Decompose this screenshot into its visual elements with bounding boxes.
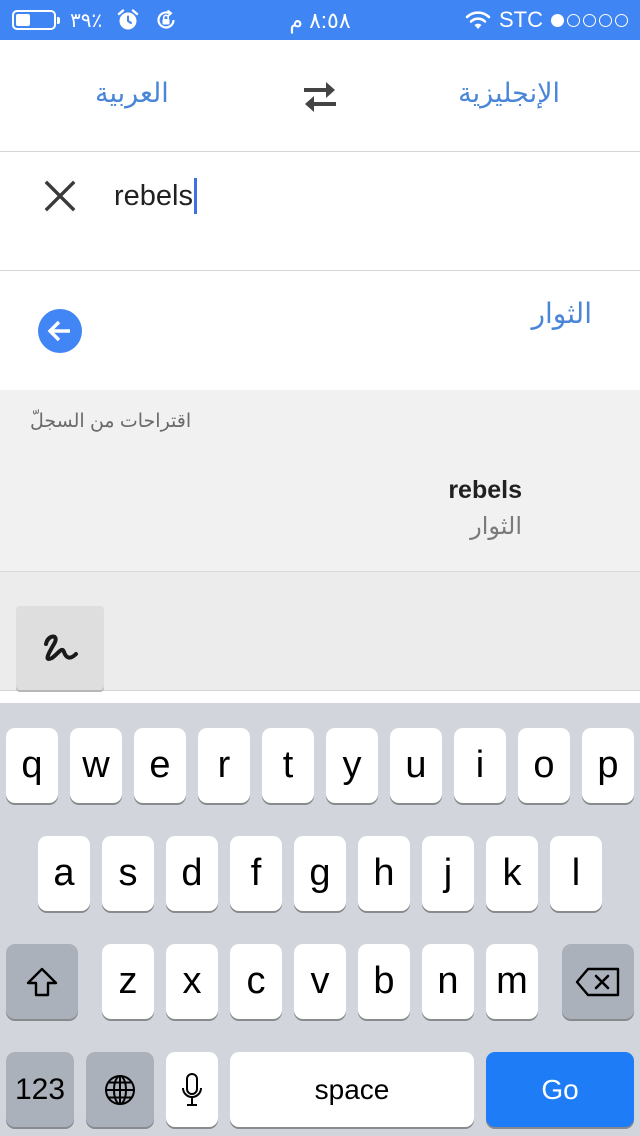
handwriting-button[interactable] bbox=[16, 606, 104, 690]
dictation-key[interactable] bbox=[166, 1052, 218, 1127]
status-bar: ٣٩٪ ٨:٥٨ م STC bbox=[0, 0, 640, 40]
backspace-icon bbox=[575, 967, 620, 996]
key-n[interactable]: n bbox=[422, 944, 474, 1019]
globe-icon bbox=[105, 1074, 135, 1105]
language-bar: العربية الإنجليزية bbox=[0, 40, 640, 152]
microphone-icon bbox=[182, 1072, 202, 1106]
key-m[interactable]: m bbox=[486, 944, 538, 1019]
status-right: STC bbox=[465, 7, 628, 33]
key-k[interactable]: k bbox=[486, 836, 538, 911]
source-text-input[interactable]: rebels bbox=[114, 178, 197, 214]
carrier-name: STC bbox=[499, 7, 543, 32]
input-tools-strip bbox=[0, 572, 640, 691]
history-item-target: الثوار bbox=[470, 513, 522, 540]
text-caret bbox=[194, 178, 197, 214]
key-x[interactable]: x bbox=[166, 944, 218, 1019]
history-suggestions: اقتراحات من السجلّ rebels الثوار bbox=[0, 390, 640, 572]
key-z[interactable]: z bbox=[102, 944, 154, 1019]
history-header: اقتراحات من السجلّ bbox=[30, 411, 192, 432]
key-p[interactable]: p bbox=[582, 728, 634, 803]
key-s[interactable]: s bbox=[102, 836, 154, 911]
key-o[interactable]: o bbox=[518, 728, 570, 803]
key-c[interactable]: c bbox=[230, 944, 282, 1019]
signal-dot bbox=[599, 13, 612, 27]
signal-dot bbox=[551, 13, 564, 27]
shift-key[interactable] bbox=[6, 944, 78, 1019]
arrow-left-icon bbox=[47, 320, 70, 342]
space-key[interactable]: space bbox=[230, 1052, 474, 1127]
backspace-key[interactable] bbox=[562, 944, 634, 1019]
signal-dot bbox=[615, 13, 628, 27]
key-d[interactable]: d bbox=[166, 836, 218, 911]
key-t[interactable]: t bbox=[262, 728, 314, 803]
key-r[interactable]: r bbox=[198, 728, 250, 803]
key-h[interactable]: h bbox=[358, 836, 410, 911]
key-f[interactable]: f bbox=[230, 836, 282, 911]
handwriting-icon bbox=[44, 634, 78, 661]
key-q[interactable]: q bbox=[6, 728, 58, 803]
translated-text: الثوار bbox=[531, 298, 592, 329]
key-y[interactable]: y bbox=[326, 728, 378, 803]
key-i[interactable]: i bbox=[454, 728, 506, 803]
shift-icon bbox=[26, 967, 58, 996]
key-e[interactable]: e bbox=[134, 728, 186, 803]
key-g[interactable]: g bbox=[294, 836, 346, 911]
signal-strength-indicator bbox=[551, 13, 628, 27]
key-b[interactable]: b bbox=[358, 944, 410, 1019]
signal-dot bbox=[583, 13, 596, 27]
history-item-source: rebels bbox=[448, 476, 522, 504]
wifi-icon bbox=[465, 11, 491, 29]
key-j[interactable]: j bbox=[422, 836, 474, 911]
globe-key[interactable] bbox=[86, 1052, 154, 1127]
arrow-left-circle-icon[interactable] bbox=[38, 309, 82, 353]
close-icon[interactable] bbox=[42, 178, 78, 214]
key-u[interactable]: u bbox=[390, 728, 442, 803]
swap-arrows-icon[interactable] bbox=[300, 80, 340, 114]
translation-result[interactable]: الثوار bbox=[0, 271, 640, 390]
key-v[interactable]: v bbox=[294, 944, 346, 1019]
key-l[interactable]: l bbox=[550, 836, 602, 911]
key-a[interactable]: a bbox=[38, 836, 90, 911]
go-key[interactable]: Go bbox=[486, 1052, 634, 1127]
source-language-button[interactable]: الإنجليزية bbox=[458, 78, 560, 109]
history-item[interactable]: rebels الثوار bbox=[0, 460, 640, 570]
source-input-area[interactable]: rebels bbox=[0, 152, 640, 271]
numbers-key[interactable]: 123 bbox=[6, 1052, 74, 1127]
keyboard: qwertyuiop asdfghjkl zxcvbnm 123 space G… bbox=[0, 703, 640, 1136]
key-w[interactable]: w bbox=[70, 728, 122, 803]
target-language-button[interactable]: العربية bbox=[95, 78, 169, 109]
source-text: rebels bbox=[114, 180, 193, 212]
signal-dot bbox=[567, 13, 580, 27]
